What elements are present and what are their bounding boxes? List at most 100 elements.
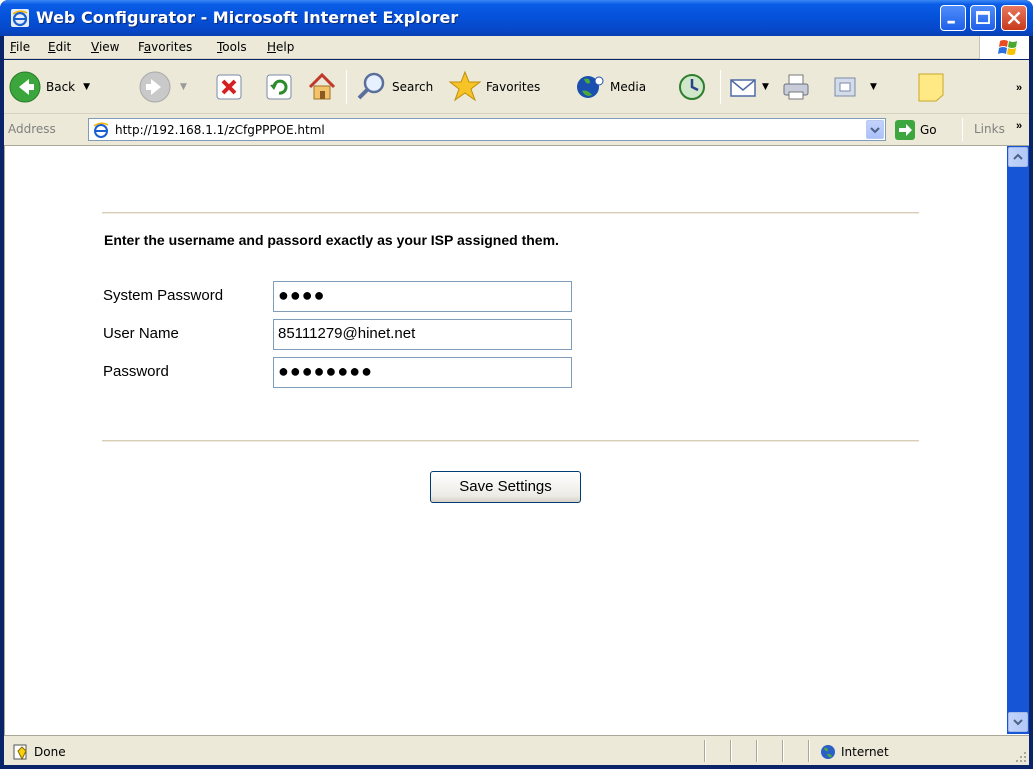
status-separator bbox=[782, 740, 784, 762]
scroll-down-button[interactable] bbox=[1008, 712, 1028, 732]
back-dropdown-icon[interactable]: ▼ bbox=[83, 82, 90, 92]
edit-dropdown-icon[interactable]: ▼ bbox=[870, 82, 877, 92]
chevron-down-icon bbox=[870, 127, 880, 134]
links-label[interactable]: Links bbox=[974, 122, 1005, 136]
back-button[interactable]: Back ▼ bbox=[8, 66, 90, 108]
search-button[interactable]: Search bbox=[354, 66, 433, 108]
back-label: Back bbox=[46, 80, 76, 94]
favorites-label: Favorites bbox=[486, 80, 541, 94]
vertical-scrollbar[interactable] bbox=[1007, 146, 1029, 734]
address-bar: Address http://192.168.1.1/zCfgPPPOE.htm… bbox=[4, 114, 1029, 145]
security-zone[interactable]: Internet bbox=[819, 743, 889, 761]
mail-icon bbox=[730, 79, 756, 97]
status-message: Done bbox=[12, 743, 66, 761]
mail-button[interactable]: ▼ bbox=[728, 66, 769, 108]
password-label: Password bbox=[103, 363, 169, 380]
maximize-icon bbox=[976, 11, 990, 24]
menu-tools[interactable]: Tools bbox=[217, 40, 247, 54]
address-label: Address bbox=[8, 122, 56, 136]
ie-page-icon bbox=[93, 122, 109, 138]
address-url: http://192.168.1.1/zCfgPPPOE.html bbox=[115, 123, 325, 137]
media-icon bbox=[577, 76, 604, 98]
forward-dropdown-icon[interactable]: ▼ bbox=[180, 82, 187, 92]
media-button[interactable]: Media bbox=[574, 66, 646, 108]
status-separator bbox=[756, 740, 758, 762]
minimize-button[interactable] bbox=[940, 5, 966, 31]
status-separator bbox=[730, 740, 732, 762]
note-icon bbox=[918, 73, 944, 102]
menu-view[interactable]: View bbox=[91, 40, 119, 54]
password-field[interactable]: ●●●●●●●● bbox=[273, 357, 572, 388]
browser-window: Web Configurator - Microsoft Internet Ex… bbox=[0, 0, 1033, 769]
discuss-button[interactable] bbox=[916, 66, 946, 108]
toolbar-separator bbox=[346, 70, 347, 104]
close-icon bbox=[1007, 11, 1021, 25]
mail-dropdown-icon[interactable]: ▼ bbox=[762, 82, 769, 92]
globe-icon bbox=[821, 745, 835, 759]
go-label: Go bbox=[920, 122, 937, 137]
title-bar[interactable]: Web Configurator - Microsoft Internet Ex… bbox=[0, 0, 1033, 36]
menu-file[interactable]: File bbox=[10, 40, 30, 54]
stop-button[interactable] bbox=[215, 66, 243, 108]
media-label: Media bbox=[610, 80, 647, 94]
search-icon bbox=[357, 72, 385, 100]
refresh-icon bbox=[266, 74, 292, 100]
status-bar: Done Internet bbox=[4, 735, 1029, 765]
menu-help[interactable]: Help bbox=[267, 40, 294, 54]
home-icon bbox=[308, 72, 336, 100]
windows-logo bbox=[979, 36, 1029, 59]
edit-page-button[interactable]: ▼ bbox=[832, 66, 877, 108]
refresh-button[interactable] bbox=[265, 66, 293, 108]
home-button[interactable] bbox=[306, 66, 338, 108]
printer-icon bbox=[783, 74, 809, 100]
address-separator bbox=[962, 118, 963, 141]
standard-buttons: Back ▼ ▼ Search Favorites Media ▼ ▼ » bbox=[4, 60, 1029, 114]
back-arrow-icon bbox=[9, 71, 41, 103]
history-icon bbox=[679, 74, 705, 100]
menu-bar: File Edit View Favorites Tools Help bbox=[4, 36, 1029, 59]
page-done-icon bbox=[13, 744, 27, 761]
windows-flag-icon bbox=[998, 40, 1017, 55]
status-separator bbox=[704, 740, 706, 762]
scroll-down-icon bbox=[1013, 719, 1023, 726]
system-password-label: System Password bbox=[103, 287, 224, 304]
user-name-label: User Name bbox=[103, 325, 179, 342]
history-button[interactable] bbox=[676, 66, 708, 108]
toolbar-area: Back ▼ ▼ Search Favorites Media ▼ ▼ » Ad… bbox=[4, 60, 1029, 145]
maximize-button[interactable] bbox=[970, 5, 996, 31]
system-password-field[interactable]: ●●●● bbox=[273, 281, 572, 312]
stop-icon bbox=[216, 74, 242, 100]
forward-button[interactable]: ▼ bbox=[138, 66, 187, 108]
scroll-up-icon bbox=[1013, 153, 1023, 160]
ie-icon bbox=[11, 9, 29, 27]
window-title: Web Configurator - Microsoft Internet Ex… bbox=[36, 8, 459, 27]
resize-grip-icon[interactable] bbox=[1015, 751, 1027, 763]
links-overflow-icon[interactable]: » bbox=[1016, 120, 1022, 132]
star-icon bbox=[448, 70, 482, 102]
toolbar-overflow-icon[interactable]: » bbox=[1016, 82, 1022, 94]
page-viewport: Enter the username and passord exactly a… bbox=[4, 145, 1029, 735]
status-separator bbox=[808, 740, 810, 762]
top-divider bbox=[102, 212, 919, 214]
zone-label: Internet bbox=[841, 745, 889, 759]
print-button[interactable] bbox=[780, 66, 812, 108]
go-arrow-icon bbox=[895, 119, 915, 140]
bottom-divider bbox=[102, 440, 919, 442]
minimize-icon bbox=[947, 20, 955, 24]
toolbar-separator bbox=[720, 70, 721, 104]
menu-favorites[interactable]: Favorites bbox=[138, 40, 192, 54]
menu-edit[interactable]: Edit bbox=[48, 40, 71, 54]
user-name-field[interactable]: 85111279@hinet.net bbox=[273, 319, 572, 350]
go-button[interactable]: Go bbox=[894, 118, 937, 141]
instruction-text: Enter the username and passord exactly a… bbox=[104, 232, 559, 248]
favorites-button[interactable]: Favorites bbox=[448, 66, 540, 108]
address-dropdown[interactable] bbox=[866, 120, 884, 139]
save-settings-button[interactable]: Save Settings bbox=[430, 471, 581, 503]
close-button[interactable] bbox=[1001, 5, 1027, 31]
forward-arrow-icon bbox=[139, 71, 171, 103]
scroll-up-button[interactable] bbox=[1008, 147, 1028, 167]
page-content: Enter the username and passord exactly a… bbox=[5, 146, 1005, 734]
search-label: Search bbox=[392, 80, 434, 94]
edit-window-icon bbox=[834, 77, 856, 97]
address-input[interactable]: http://192.168.1.1/zCfgPPPOE.html bbox=[88, 118, 886, 141]
